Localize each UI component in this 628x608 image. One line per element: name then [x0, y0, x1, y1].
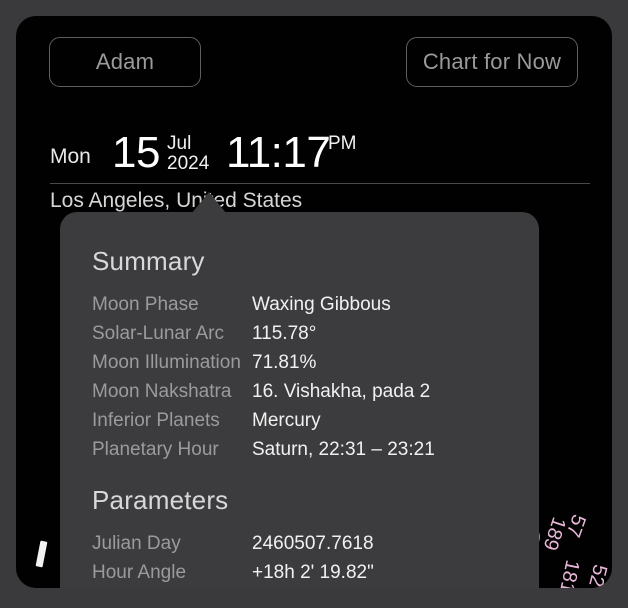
summary-label: Solar-Lunar Arc — [92, 323, 225, 344]
wheel-number-degree-2: 52 — [584, 562, 611, 588]
parameter-label: Julian Day — [92, 533, 181, 554]
parameter-row: Julian Day 2460507.7618 — [92, 533, 522, 562]
parameters-section-title: Parameters — [92, 485, 229, 515]
summary-label: Planetary Hour — [92, 439, 219, 460]
summary-label: Inferior Planets — [92, 410, 220, 431]
summary-label: Moon Phase — [92, 294, 199, 315]
datetime-meridiem: PM — [328, 133, 357, 154]
summary-row: Planetary Hour Saturn, 22:31 – 23:21 — [92, 439, 522, 468]
datetime-weekday: Mon — [50, 145, 91, 168]
summary-section-title: Summary — [92, 246, 205, 276]
summary-label: Moon Nakshatra — [92, 381, 232, 402]
summary-value: 16. Vishakha, pada 2 — [252, 381, 431, 402]
summary-value: 71.81% — [252, 352, 317, 373]
parameter-value: +18h 2' 19.82" — [252, 562, 374, 583]
parameter-label: Hour Angle — [92, 562, 187, 583]
datetime-row[interactable]: Mon 15 Jul 2024 11:17 PM — [50, 124, 590, 184]
chart-for-now-button[interactable]: Chart for Now — [406, 37, 578, 87]
summary-value: 115.78° — [252, 323, 317, 344]
summary-popover: Summary Moon Phase Waxing Gibbous Solar-Lu… — [60, 212, 539, 588]
popover-caret-icon — [192, 192, 226, 213]
summary-value: Saturn, 22:31 – 23:21 — [252, 439, 435, 460]
header-divider — [50, 183, 590, 184]
datetime-time: 11:17 — [226, 128, 331, 177]
app-panel: Adam Chart for Now Mon 15 Jul 2024 11:17… — [16, 16, 612, 588]
summary-value: Mercury — [252, 410, 321, 431]
summary-value: Waxing Gibbous — [252, 294, 391, 315]
summary-label: Moon Illumination — [92, 352, 241, 373]
popover-scroll-area[interactable]: Summary Moon Phase Waxing Gibbous Solar-Lu… — [60, 212, 539, 588]
parameter-row: Hour Angle +18h 2' 19.82" — [92, 562, 522, 588]
summary-row: Inferior Planets Mercury — [92, 410, 522, 439]
summary-row: Moon Phase Waxing Gibbous — [92, 294, 522, 323]
profile-button[interactable]: Adam — [49, 37, 201, 87]
summary-row: Solar-Lunar Arc 115.78° — [92, 323, 522, 352]
datetime-day: 15 — [112, 128, 160, 177]
summary-row: Moon Nakshatra 16. Vishakha, pada 2 — [92, 381, 522, 410]
location-label[interactable]: Los Angeles, United States — [50, 189, 590, 213]
summary-row: Moon Illumination 71.81% — [92, 352, 522, 381]
parameter-value: 2460507.7618 — [252, 533, 374, 554]
app-frame: Adam Chart for Now Mon 15 Jul 2024 11:17… — [0, 0, 628, 608]
top-bar: Adam Chart for Now — [16, 16, 612, 106]
